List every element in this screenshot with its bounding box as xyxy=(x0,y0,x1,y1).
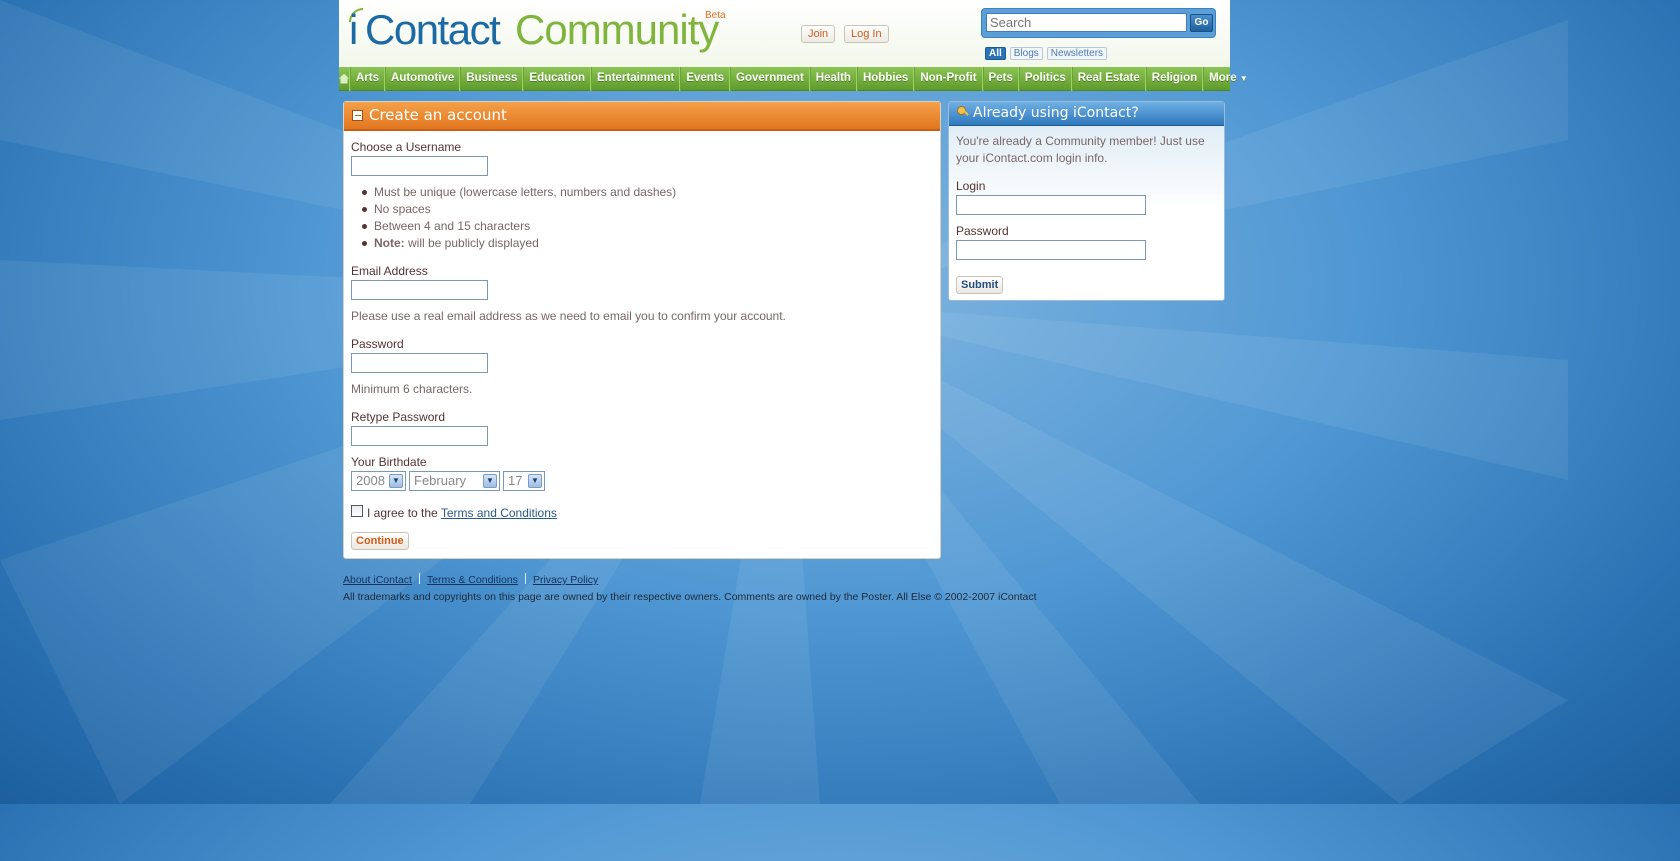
email-hint: Please use a real email address as we ne… xyxy=(351,309,786,323)
nav-item-religion[interactable]: Religion xyxy=(1145,66,1204,91)
copyright-text: All trademarks and copyrights on this pa… xyxy=(343,591,1037,603)
nav-item-politics[interactable]: Politics xyxy=(1018,66,1072,91)
nav-home[interactable] xyxy=(339,66,350,91)
site-header: i Contact Community Beta Join Log In Go … xyxy=(339,0,1230,67)
logo-i: i xyxy=(349,6,358,53)
nav-item-entertainment[interactable]: Entertainment xyxy=(591,66,681,91)
agree-text: I agree to the xyxy=(367,506,441,520)
existing-member-panel: Already using iContact? You're already a… xyxy=(948,101,1225,301)
footer-link-terms[interactable]: Terms & Conditions xyxy=(427,574,518,586)
birth-year-value: 2008 xyxy=(356,473,385,488)
footer: About iContact Terms & Conditions Privacy … xyxy=(343,573,1043,603)
chevron-down-icon: ▼ xyxy=(528,474,542,488)
login-password-label: Password xyxy=(956,224,1009,238)
caret-down-icon: ▼ xyxy=(1239,73,1248,83)
rule-item: No spaces xyxy=(362,202,431,216)
existing-member-title: Already using iContact? xyxy=(973,105,1139,121)
footer-separator xyxy=(524,573,526,584)
rule-item: Between 4 and 15 characters xyxy=(361,219,531,233)
site-logo[interactable]: i Contact Community Beta xyxy=(349,6,726,56)
search-tab-blogs[interactable]: Blogs xyxy=(1009,47,1043,60)
category-nav: Arts Automotive Business Education Enter… xyxy=(339,66,1248,91)
birth-year-select[interactable]: 2008 ▼ xyxy=(351,471,406,491)
nav-item-events[interactable]: Events xyxy=(680,66,731,91)
logo-contact: Contact xyxy=(365,6,501,53)
footer-links: About iContact Terms & Conditions Privacy … xyxy=(343,573,1043,587)
search-tab-newsletters[interactable]: Newsletters xyxy=(1046,47,1108,60)
terms-link[interactable]: Terms and Conditions xyxy=(441,506,557,520)
nav-item-automotive[interactable]: Automotive xyxy=(385,66,461,91)
existing-member-text: You're already a Community member! Just … xyxy=(956,134,1205,165)
home-icon xyxy=(339,73,349,84)
nav-item-government[interactable]: Government xyxy=(730,66,810,91)
logo-community: Community xyxy=(515,6,719,53)
search-box: Go xyxy=(981,8,1216,38)
nav-item-business[interactable]: Business xyxy=(460,66,524,91)
footer-link-privacy[interactable]: Privacy Policy xyxy=(533,574,598,586)
retype-password-label: Retype Password xyxy=(351,410,446,424)
login-label: Login xyxy=(956,179,986,193)
create-account-title: Create an account xyxy=(369,106,507,124)
rule-item: Must be unique (lowercase letters, numbe… xyxy=(361,185,677,199)
continue-button[interactable]: Continue xyxy=(351,532,409,550)
existing-member-header: Already using iContact? xyxy=(949,102,1224,126)
nav-item-non-profit[interactable]: Non-Profit xyxy=(914,66,983,91)
birth-day-select[interactable]: 17 ▼ xyxy=(503,471,545,491)
login-password-input[interactable] xyxy=(956,240,1146,260)
create-account-panel: Create an account Choose a Username Must… xyxy=(343,101,941,559)
nav-more-label: More xyxy=(1209,71,1237,84)
login-button[interactable]: Log In xyxy=(844,25,889,43)
nav-item-real-estate[interactable]: Real Estate xyxy=(1071,66,1146,91)
search-scope-tabs: All Blogs Newsletters xyxy=(985,45,1111,60)
login-input[interactable] xyxy=(956,195,1146,215)
password-hint: Minimum 6 characters. xyxy=(351,382,473,396)
retype-password-input[interactable] xyxy=(351,426,488,446)
birth-day-value: 17 xyxy=(508,473,523,488)
email-input[interactable] xyxy=(351,280,488,300)
birth-month-value: February xyxy=(414,473,467,488)
username-input[interactable] xyxy=(351,156,488,176)
nav-item-arts[interactable]: Arts xyxy=(350,66,386,91)
nav-item-pets[interactable]: Pets xyxy=(982,66,1019,91)
nav-item-hobbies[interactable]: Hobbies xyxy=(856,66,915,91)
birth-month-select[interactable]: February ▼ xyxy=(409,471,500,491)
join-button[interactable]: Join xyxy=(801,25,836,43)
password-input[interactable] xyxy=(351,353,488,373)
nav-item-education[interactable]: Education xyxy=(523,66,591,91)
note-bold: Note: xyxy=(374,236,405,250)
beta-badge: Beta xyxy=(705,10,726,21)
footer-link-about[interactable]: About iContact xyxy=(343,574,412,586)
nav-item-more[interactable]: More ▼ xyxy=(1203,66,1253,91)
email-label: Email Address xyxy=(351,264,428,278)
key-icon xyxy=(957,106,969,118)
chevron-down-icon: ▼ xyxy=(483,474,497,488)
edit-icon xyxy=(352,110,363,121)
search-go-button[interactable]: Go xyxy=(1190,14,1213,32)
rule-item-note: Note: will be publicly displayed xyxy=(362,236,539,250)
username-label: Choose a Username xyxy=(351,140,462,154)
footer-separator xyxy=(418,573,420,584)
search-input[interactable] xyxy=(986,13,1187,32)
chevron-down-icon: ▼ xyxy=(389,474,403,488)
note-text: will be publicly displayed xyxy=(404,236,539,250)
terms-checkbox[interactable] xyxy=(351,505,363,517)
password-label: Password xyxy=(351,337,404,351)
birthdate-label: Your Birthdate xyxy=(351,455,427,469)
submit-button[interactable]: Submit xyxy=(956,276,1004,294)
create-account-header: Create an account xyxy=(344,102,940,131)
agree-terms-label: I agree to the Terms and Conditions xyxy=(367,506,557,520)
search-tab-all[interactable]: All xyxy=(985,47,1006,60)
nav-item-health[interactable]: Health xyxy=(809,66,857,91)
